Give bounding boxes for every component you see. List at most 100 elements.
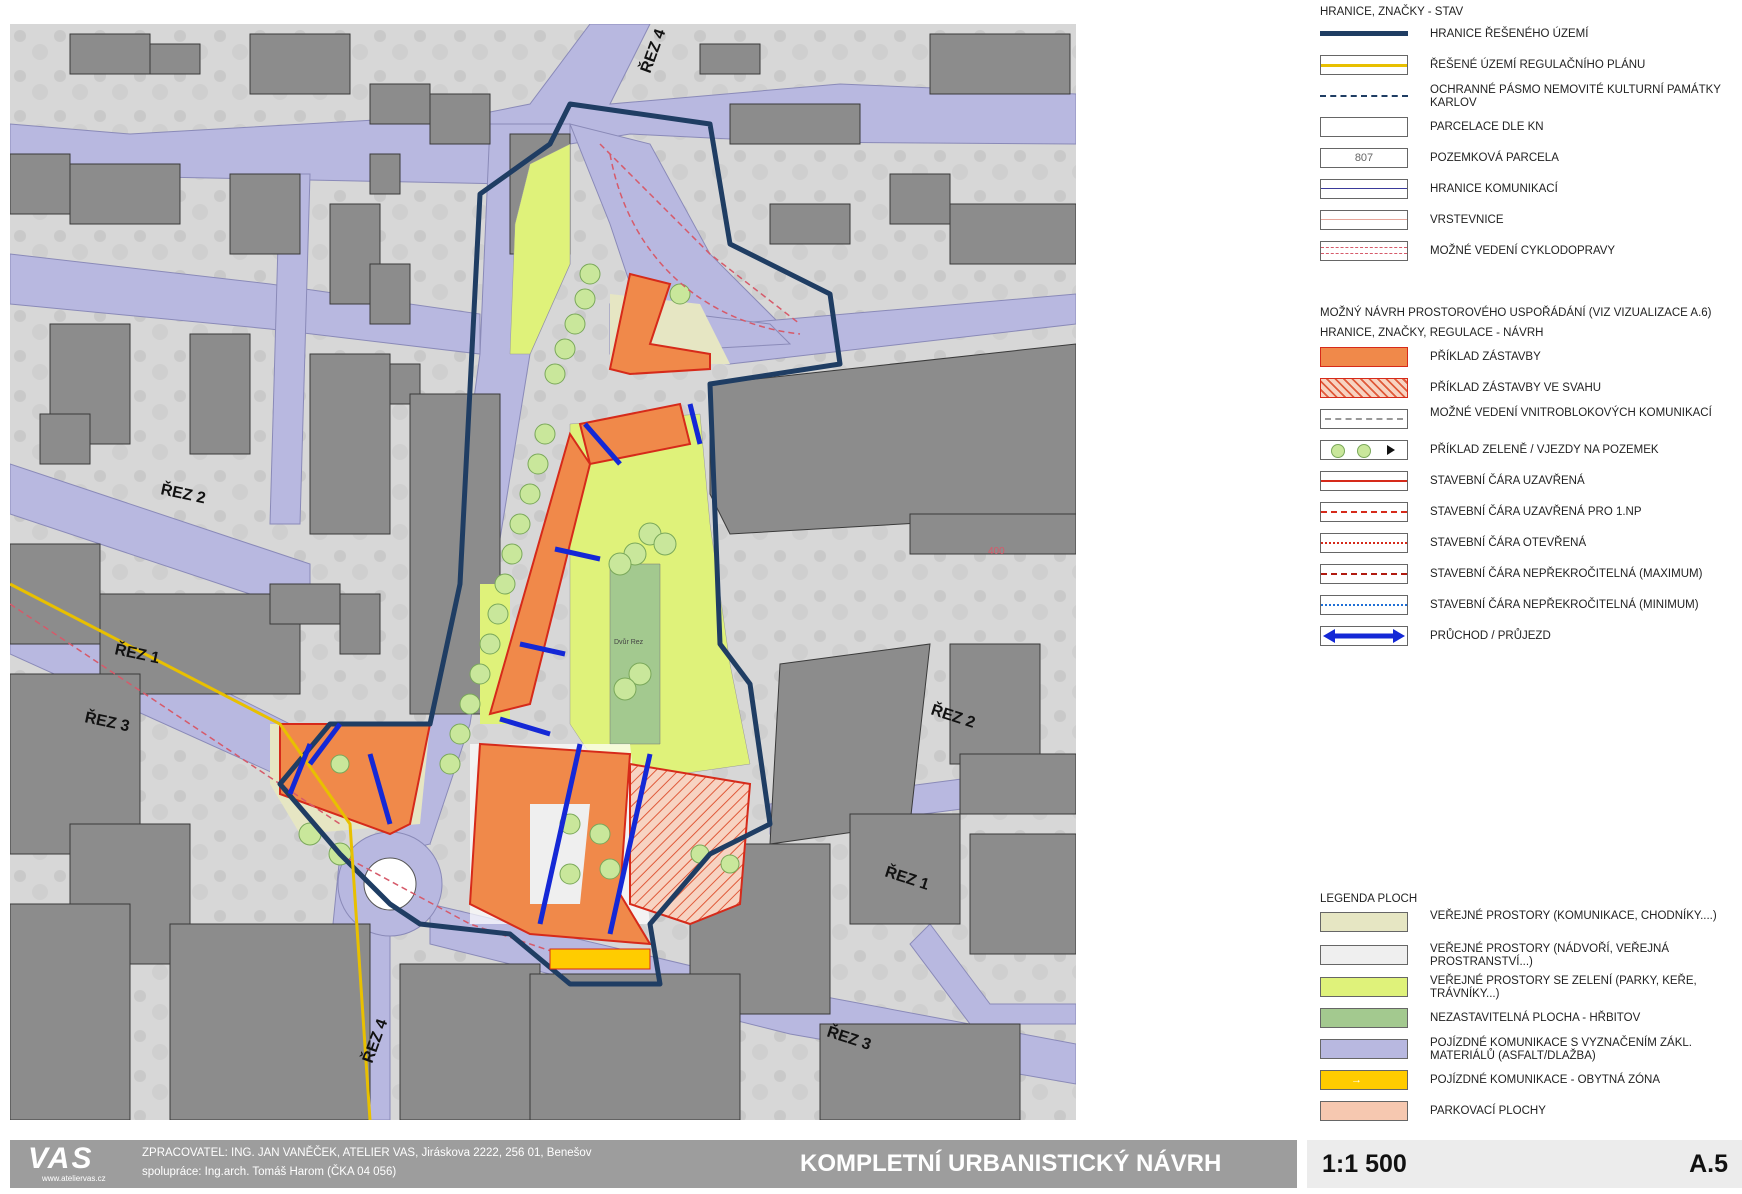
legend-symbol-contour-line bbox=[1320, 210, 1408, 230]
legend-symbol-red-solid bbox=[1320, 471, 1408, 491]
legend-label: PARCELACE DLE KN bbox=[1430, 121, 1544, 133]
legend-section-regulation: HRANICE, ZNAČKY, REGULACE - NÁVRH bbox=[1320, 327, 1544, 339]
tree-icon bbox=[1357, 444, 1371, 458]
legend-item: HRANICE ŘEŠENÉHO ÚZEMÍ bbox=[1320, 22, 1740, 48]
double-arrow-icon bbox=[1323, 629, 1405, 643]
logo-text: VAS bbox=[28, 1142, 94, 1175]
legend-item: STAVEBNÍ ČÁRA UZAVŘENÁ bbox=[1320, 469, 1740, 495]
parcel-number: 400 bbox=[988, 546, 1005, 557]
legend-label: STAVEBNÍ ČÁRA UZAVŘENÁ bbox=[1430, 475, 1585, 487]
cooperation: spolupráce: Ing.arch. Tomáš Harom (ČKA 0… bbox=[142, 1166, 397, 1178]
legend-symbol-tick-line bbox=[1320, 86, 1408, 106]
legend-label: HRANICE KOMUNIKACÍ bbox=[1430, 183, 1558, 195]
processed-by: ZPRACOVATEL: ING. JAN VANĚČEK, ATELIER V… bbox=[142, 1147, 592, 1159]
title-block: VAS www.ateliervas.cz ZPRACOVATEL: ING. … bbox=[0, 1140, 1742, 1194]
legend-symbol-trees-arrow bbox=[1320, 440, 1408, 460]
yard-label: Dvůr Rez bbox=[614, 638, 644, 646]
legend-symbol-orange-fill bbox=[1320, 347, 1408, 367]
legend-label: POJÍZDNÉ KOMUNIKACE - OBYTNÁ ZÓNA bbox=[1430, 1074, 1661, 1086]
legend-label: OCHRANNÉ PÁSMO NEMOVITÉ KULTURNÍ PAMÁTKY… bbox=[1430, 84, 1721, 109]
legend-label: STAVEBNÍ ČÁRA UZAVŘENÁ PRO 1.NP bbox=[1430, 506, 1642, 518]
vas-logo: VAS www.ateliervas.cz bbox=[28, 1144, 128, 1184]
legend-symbol-yellow-line bbox=[1320, 55, 1408, 75]
legend-label: HRANICE ŘEŠENÉHO ÚZEMÍ bbox=[1430, 28, 1589, 40]
triangle-arrow-icon bbox=[1387, 445, 1395, 455]
legend-item: PARCELACE DLE KN bbox=[1320, 115, 1740, 141]
legend-swatch bbox=[1320, 1039, 1408, 1059]
scale-box: 1:1 500 bbox=[1307, 1140, 1497, 1188]
sheet-box: A.5 bbox=[1497, 1140, 1742, 1188]
logo-url: www.ateliervas.cz bbox=[42, 1174, 106, 1183]
sheet-number: A.5 bbox=[1689, 1150, 1728, 1178]
legend-section-areas: LEGENDA PLOCH bbox=[1320, 893, 1418, 905]
legend-item: HRANICE KOMUNIKACÍ bbox=[1320, 177, 1740, 203]
legend-symbol-red-max bbox=[1320, 564, 1408, 584]
legend-swatch bbox=[1320, 912, 1408, 932]
urban-plan-map: ŘEZ 1 ŘEZ 2 ŘEZ 3 ŘEZ 4 ŘEZ 2 ŘEZ 1 ŘEZ … bbox=[10, 24, 1076, 1120]
legend-item: MOŽNÉ VEDENÍ VNITROBLOKOVÝCH KOMUNIKACÍ bbox=[1320, 407, 1740, 433]
legend-symbol-blue-line bbox=[1320, 179, 1408, 199]
legend-item: STAVEBNÍ ČÁRA NEPŘEKROČITELNÁ (MAXIMUM) bbox=[1320, 562, 1740, 588]
drawing-title: KOMPLETNÍ URBANISTICKÝ NÁVRH bbox=[800, 1150, 1222, 1177]
legend-label: POJÍZDNÉ KOMUNIKACE S VYZNAČENÍM ZÁKL. M… bbox=[1430, 1037, 1692, 1062]
legend-item: OCHRANNÉ PÁSMO NEMOVITÉ KULTURNÍ PAMÁTKY… bbox=[1320, 84, 1740, 110]
legend-label: VEŘEJNÉ PROSTORY (KOMUNIKACE, CHODNÍKY..… bbox=[1430, 910, 1717, 922]
legend-swatch bbox=[1320, 1101, 1408, 1121]
scale-value: 1:1 500 bbox=[1322, 1150, 1407, 1178]
legend-label: VEŘEJNÉ PROSTORY SE ZELENÍ (PARKY, KEŘE,… bbox=[1430, 975, 1697, 1000]
legend-item: PŘÍKLAD ZÁSTAVBY VE SVAHU bbox=[1320, 376, 1740, 402]
legend-label: VEŘEJNÉ PROSTORY (NÁDVOŘÍ, VEŘEJNÁ PROST… bbox=[1430, 943, 1670, 968]
legend-item: NEZASTAVITELNÁ PLOCHA - HŘBITOV bbox=[1320, 1006, 1740, 1032]
legend-label: PARKOVACÍ PLOCHY bbox=[1430, 1105, 1546, 1117]
legend-section-existing: HRANICE, ZNAČKY - STAV bbox=[1320, 6, 1464, 18]
legend-swatch bbox=[1320, 977, 1408, 997]
legend-label: MOŽNÉ VEDENÍ VNITROBLOKOVÝCH KOMUNIKACÍ bbox=[1430, 407, 1712, 419]
legend-item: PARKOVACÍ PLOCHY bbox=[1320, 1099, 1740, 1125]
title-block-main: VAS www.ateliervas.cz ZPRACOVATEL: ING. … bbox=[10, 1140, 1297, 1188]
legend-item: → POJÍZDNÉ KOMUNIKACE - OBYTNÁ ZÓNA bbox=[1320, 1068, 1740, 1094]
legend-label: NEZASTAVITELNÁ PLOCHA - HŘBITOV bbox=[1430, 1012, 1641, 1024]
legend-label: PŘÍKLAD ZÁSTAVBY bbox=[1430, 351, 1541, 363]
legend-item: MOŽNÉ VEDENÍ CYKLODOPRAVY bbox=[1320, 239, 1740, 265]
legend-symbol-double-arrow bbox=[1320, 626, 1408, 646]
legend-item: VEŘEJNÉ PROSTORY SE ZELENÍ (PARKY, KEŘE,… bbox=[1320, 975, 1740, 1001]
legend-symbol-red-dashdot bbox=[1320, 533, 1408, 553]
legend-symbol-blue-min bbox=[1320, 595, 1408, 615]
legend-symbol-orange-hatch bbox=[1320, 378, 1408, 398]
legend-item: PŘÍKLAD ZÁSTAVBY bbox=[1320, 345, 1740, 371]
legend-item: STAVEBNÍ ČÁRA OTEVŘENÁ bbox=[1320, 531, 1740, 557]
legend-label: PŘÍKLAD ZÁSTAVBY VE SVAHU bbox=[1430, 382, 1602, 394]
legend-label: PŘÍKLAD ZELENĚ / VJEZDY NA POZEMEK bbox=[1430, 444, 1659, 456]
legend-symbol-grey-dash bbox=[1320, 409, 1408, 429]
legend-item: VRSTEVNICE bbox=[1320, 208, 1740, 234]
legend-label: MOŽNÉ VEDENÍ CYKLODOPRAVY bbox=[1430, 245, 1616, 257]
legend-label: ŘEŠENÉ ÚZEMÍ REGULAČNÍHO PLÁNU bbox=[1430, 59, 1646, 71]
legend-item: POJÍZDNÉ KOMUNIKACE S VYZNAČENÍM ZÁKL. M… bbox=[1320, 1037, 1740, 1063]
legend-symbol-cycle-line bbox=[1320, 241, 1408, 261]
legend-symbol-parcel-number: 807 bbox=[1320, 148, 1408, 168]
legend-item: PŘÍKLAD ZELENĚ / VJEZDY NA POZEMEK bbox=[1320, 438, 1740, 464]
legend-label: STAVEBNÍ ČÁRA NEPŘEKROČITELNÁ (MINIMUM) bbox=[1430, 599, 1699, 611]
tree-icon bbox=[1331, 444, 1345, 458]
legend-swatch: → bbox=[1320, 1070, 1408, 1090]
legend-item: PRŮCHOD / PRŮJEZD bbox=[1320, 624, 1740, 650]
legend-item: 807 POZEMKOVÁ PARCELA bbox=[1320, 146, 1740, 172]
legend-item: VEŘEJNÉ PROSTORY (KOMUNIKACE, CHODNÍKY..… bbox=[1320, 910, 1740, 936]
legend-item: STAVEBNÍ ČÁRA NEPŘEKROČITELNÁ (MINIMUM) bbox=[1320, 593, 1740, 619]
legend-label: POZEMKOVÁ PARCELA bbox=[1430, 152, 1559, 164]
legend-label: STAVEBNÍ ČÁRA NEPŘEKROČITELNÁ (MAXIMUM) bbox=[1430, 568, 1703, 580]
legend-label: STAVEBNÍ ČÁRA OTEVŘENÁ bbox=[1430, 537, 1587, 549]
legend-section-proposal: MOŽNÝ NÁVRH PROSTOROVÉHO USPOŘÁDÁNÍ (VIZ… bbox=[1320, 307, 1712, 319]
legend-symbol-boundary bbox=[1320, 24, 1408, 44]
arrow-right-icon: → bbox=[1351, 1074, 1362, 1086]
legend-label: PRŮCHOD / PRŮJEZD bbox=[1430, 630, 1551, 642]
legend-swatch bbox=[1320, 945, 1408, 965]
legend-symbol-plain bbox=[1320, 117, 1408, 137]
legend-symbol-red-dash bbox=[1320, 502, 1408, 522]
legend-item: STAVEBNÍ ČÁRA UZAVŘENÁ PRO 1.NP bbox=[1320, 500, 1740, 526]
legend-swatch bbox=[1320, 1008, 1408, 1028]
legend-item: VEŘEJNÉ PROSTORY (NÁDVOŘÍ, VEŘEJNÁ PROST… bbox=[1320, 943, 1740, 969]
living-zone bbox=[549, 948, 651, 970]
legend-item: ŘEŠENÉ ÚZEMÍ REGULAČNÍHO PLÁNU bbox=[1320, 53, 1740, 79]
legend-label: VRSTEVNICE bbox=[1430, 214, 1504, 226]
